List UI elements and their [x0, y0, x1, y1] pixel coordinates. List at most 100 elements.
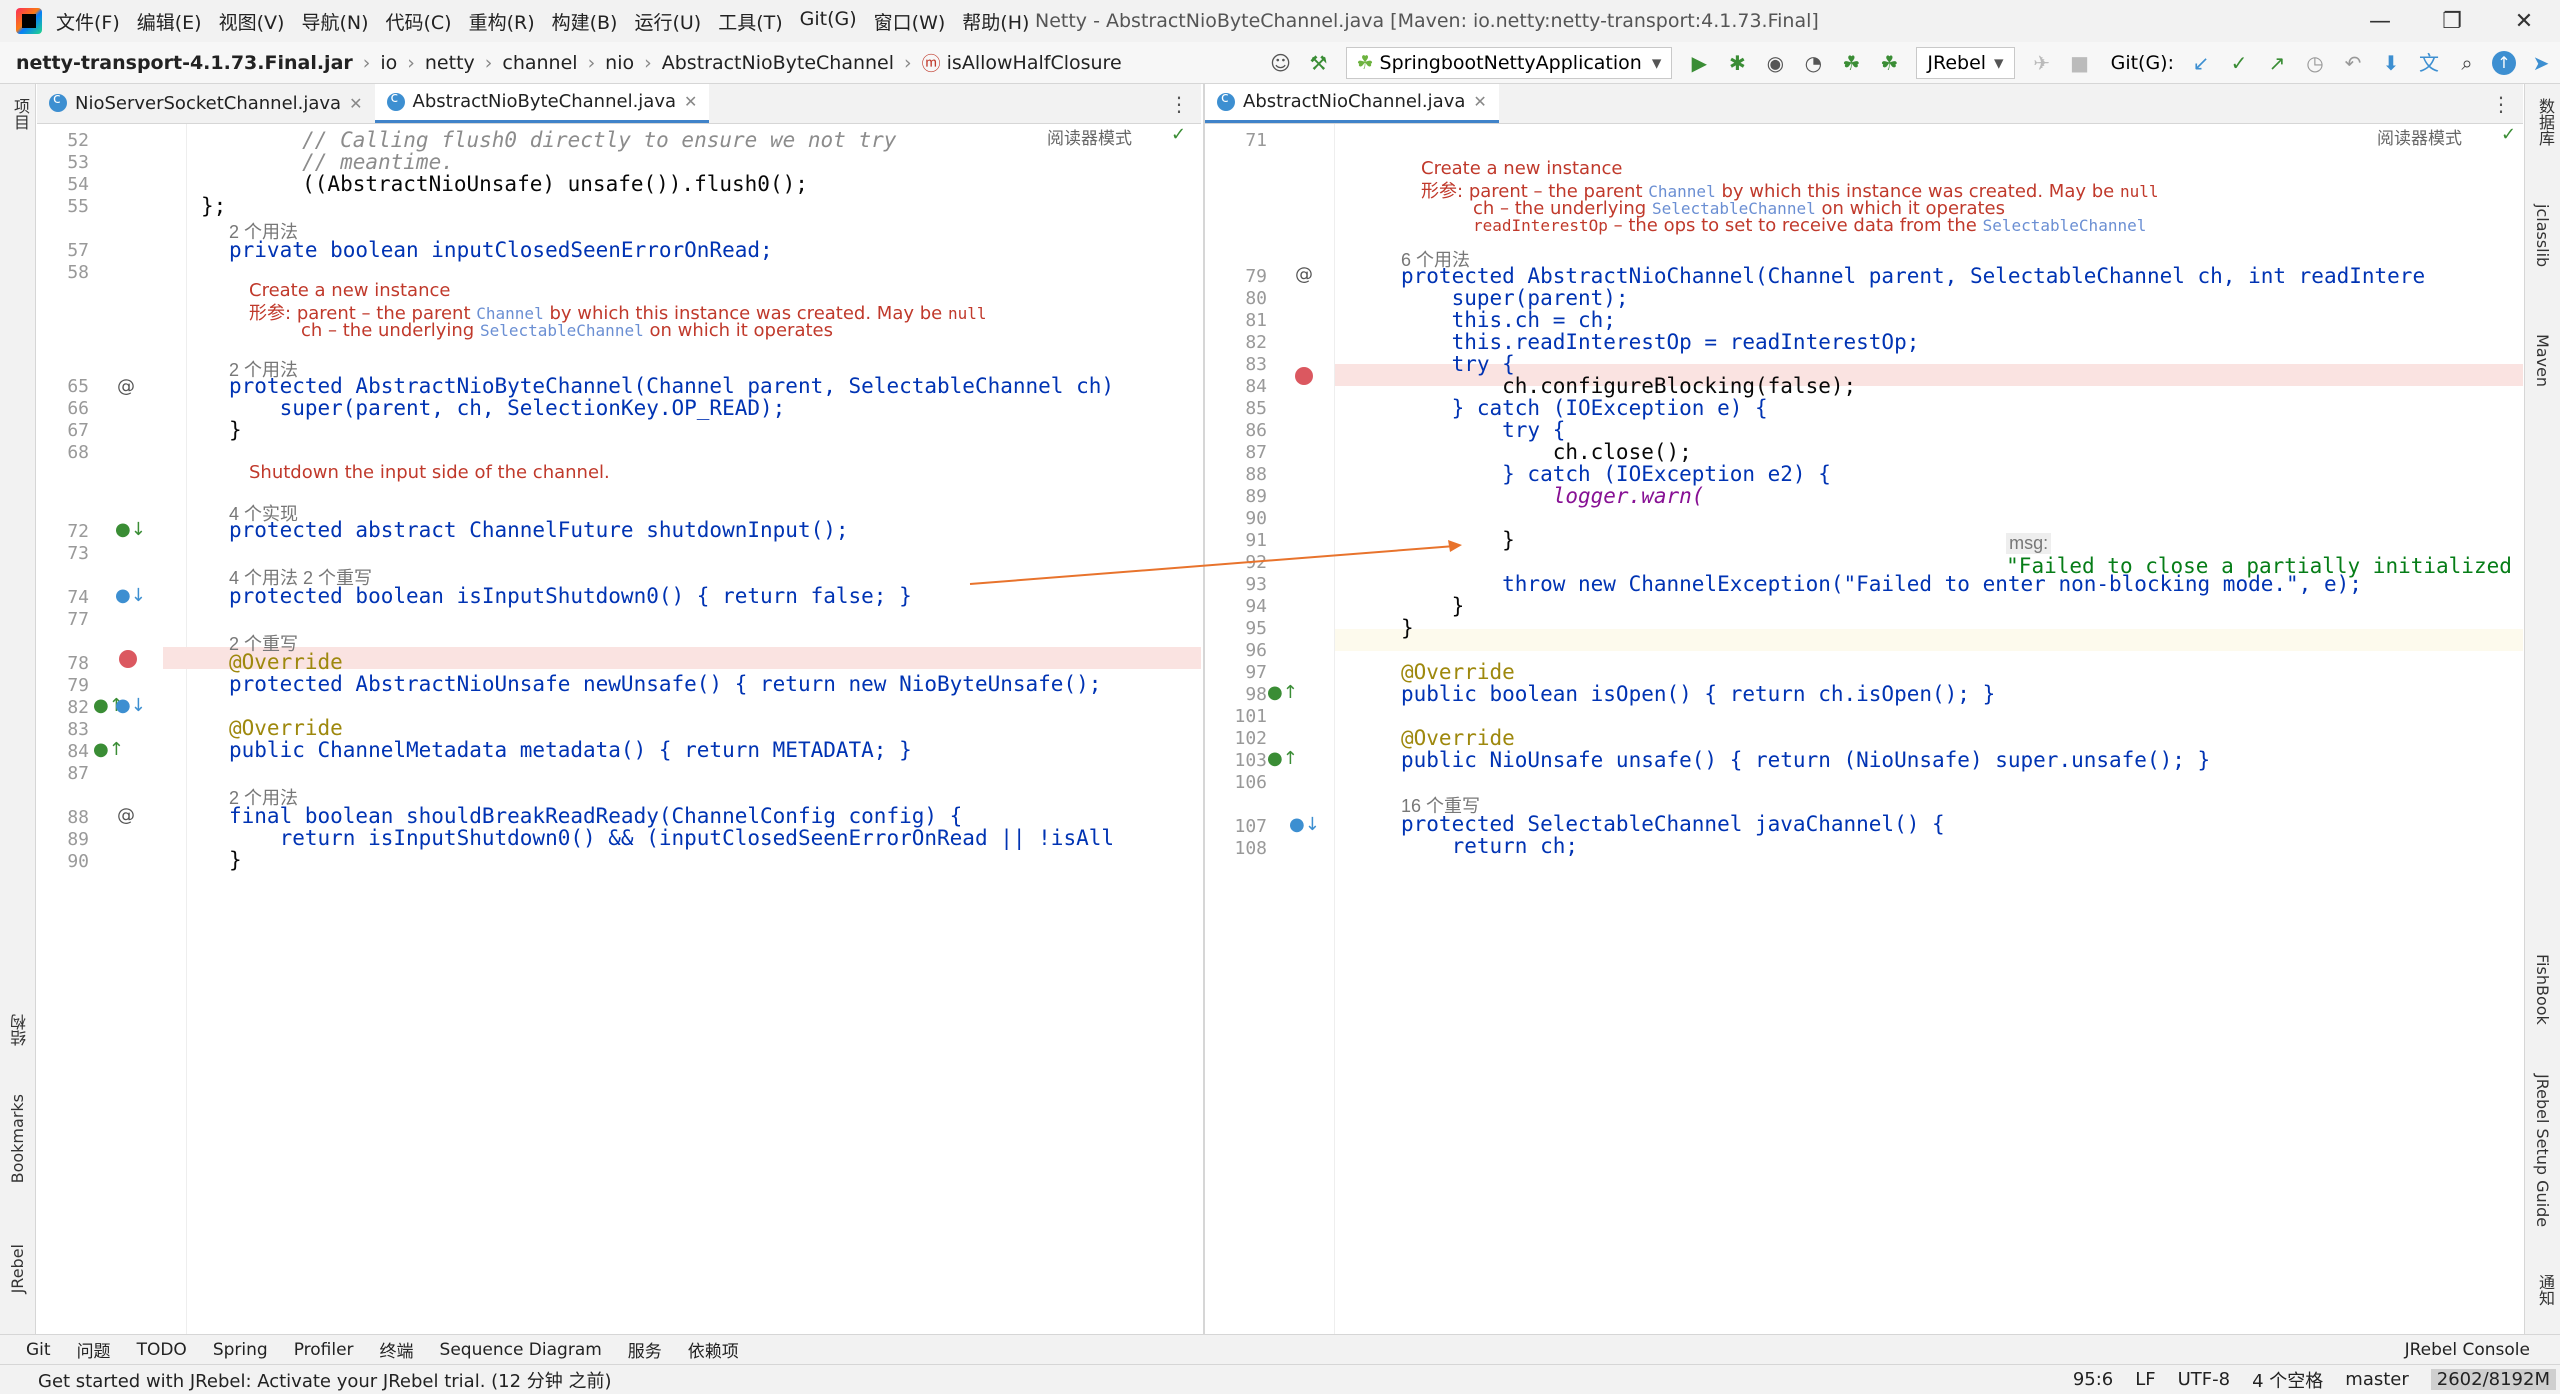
- vcs-icon[interactable]: ⬇: [2378, 50, 2404, 76]
- tool-dependencies[interactable]: 依赖项: [688, 1337, 739, 1362]
- jrebel-debug-icon[interactable]: ☘: [1876, 50, 1902, 76]
- menu-build[interactable]: 构建(B): [552, 8, 618, 35]
- close-tab-icon[interactable]: ✕: [349, 94, 362, 113]
- jclasslib-tool-button[interactable]: jclasslib: [2533, 204, 2552, 267]
- close-tab-icon[interactable]: ✕: [684, 92, 697, 111]
- menu-window[interactable]: 窗口(W): [874, 8, 946, 35]
- history-icon[interactable]: ◷: [2302, 50, 2328, 76]
- override-up-icon[interactable]: ●↑: [93, 739, 124, 760]
- tool-sequence-diagram[interactable]: Sequence Diagram: [440, 1340, 602, 1360]
- user-icon[interactable]: ☺: [1268, 50, 1294, 76]
- tab-abstractniochannel[interactable]: AbstractNioChannel.java ✕: [1205, 84, 1499, 123]
- menu-git[interactable]: Git(G): [800, 8, 857, 35]
- debug-icon[interactable]: ✱: [1724, 50, 1750, 76]
- structure-tool-button[interactable]: 结构: [8, 1014, 32, 1046]
- tab-abstractniobytechannel[interactable]: AbstractNioByteChannel.java ✕: [374, 84, 710, 123]
- notifications-tool-button[interactable]: 通知: [2533, 1274, 2557, 1306]
- profile-icon[interactable]: ◔: [1800, 50, 1826, 76]
- reader-mode-toggle[interactable]: 阅读器模式: [1047, 124, 1132, 149]
- search-icon[interactable]: ⌕: [2454, 50, 2480, 76]
- tool-git[interactable]: Git: [26, 1340, 51, 1360]
- maven-tool-button[interactable]: Maven: [2533, 334, 2552, 387]
- menu-help[interactable]: 帮助(H): [962, 8, 1029, 35]
- jrebel-sync-icon[interactable]: ✈: [2029, 50, 2055, 76]
- line-separator[interactable]: LF: [2135, 1369, 2155, 1390]
- breadcrumb-method[interactable]: isAllowHalfClosure: [947, 52, 1122, 74]
- stop-icon[interactable]: ■: [2067, 50, 2093, 76]
- caret-position[interactable]: 95:6: [2073, 1369, 2113, 1390]
- right-code-area[interactable]: 阅读器模式 ✓ 71 79 80 81 82 83 84 85 86 87 88…: [1205, 124, 2523, 1334]
- menu-code[interactable]: 代码(C): [385, 8, 451, 35]
- breadcrumb-nio[interactable]: nio: [605, 52, 634, 74]
- line-number: 54: [67, 174, 89, 195]
- git-branch[interactable]: master: [2345, 1369, 2408, 1390]
- menu-view[interactable]: 视图(V): [219, 8, 285, 35]
- build-hammer-icon[interactable]: ⚒: [1306, 50, 1332, 76]
- more-options-icon[interactable]: ⋮: [2491, 92, 2511, 116]
- bookmarks-tool-button[interactable]: Bookmarks: [8, 1094, 27, 1183]
- class-icon: [386, 90, 405, 111]
- status-message[interactable]: Get started with JRebel: Activate your J…: [38, 1367, 612, 1393]
- implemented-icon[interactable]: ●↓: [115, 519, 146, 540]
- database-tool-button[interactable]: 数据库: [2533, 98, 2557, 146]
- jrebel-select[interactable]: JRebel ▾: [1916, 47, 2015, 79]
- breadcrumb-channel[interactable]: channel: [502, 52, 577, 74]
- more-options-icon[interactable]: ⋮: [1169, 92, 1189, 116]
- indent-setting[interactable]: 4 个空格: [2252, 1367, 2323, 1393]
- jrebel-tool-button[interactable]: JRebel: [8, 1244, 27, 1293]
- rollback-icon[interactable]: ↶: [2340, 50, 2366, 76]
- tool-terminal[interactable]: 终端: [380, 1337, 414, 1362]
- left-code-area[interactable]: 阅读器模式 ✓ 52 53 54 55 57 58 65 66 67 68 72…: [37, 124, 1201, 1334]
- breadcrumb-netty[interactable]: netty: [425, 52, 475, 74]
- code-line: }: [1401, 594, 1465, 618]
- breakpoint-icon[interactable]: [119, 650, 137, 668]
- run-icon[interactable]: ▶: [1686, 50, 1712, 76]
- run-configuration-select[interactable]: ☘ SpringbootNettyApplication ▾: [1345, 47, 1673, 79]
- plugin-icon[interactable]: ➤: [2528, 50, 2554, 76]
- overridden-icon[interactable]: ●↓: [115, 695, 146, 716]
- coverage-icon[interactable]: ◉: [1762, 50, 1788, 76]
- update-icon[interactable]: ↑: [2492, 51, 2516, 75]
- git-update-icon[interactable]: ↙: [2188, 50, 2214, 76]
- menu-refactor[interactable]: 重构(R): [469, 8, 535, 35]
- close-tab-icon[interactable]: ✕: [1473, 92, 1486, 111]
- menu-run[interactable]: 运行(U): [634, 8, 701, 35]
- overridden-icon[interactable]: ●↓: [115, 585, 146, 606]
- breadcrumb-io[interactable]: io: [380, 52, 397, 74]
- doc-code[interactable]: SelectableChannel: [1983, 216, 2147, 235]
- jrebel-setup-guide-button[interactable]: JRebel Setup Guide: [2533, 1074, 2552, 1227]
- tool-jrebel-console[interactable]: JRebel Console: [2405, 1340, 2530, 1360]
- tool-spring[interactable]: Spring: [213, 1340, 268, 1360]
- tool-todo[interactable]: TODO: [137, 1340, 187, 1360]
- menu-navigate[interactable]: 导航(N): [301, 8, 368, 35]
- minimize-icon[interactable]: —: [2344, 9, 2416, 34]
- memory-indicator[interactable]: 2602/8192M: [2430, 1369, 2556, 1390]
- translate-icon[interactable]: 文: [2416, 50, 2442, 76]
- line-number: 84: [67, 741, 89, 762]
- tool-problems[interactable]: 问题: [77, 1337, 111, 1362]
- line-number: 52: [67, 130, 89, 151]
- project-tool-button[interactable]: 项目: [8, 98, 32, 130]
- breadcrumb-class[interactable]: AbstractNioByteChannel: [662, 52, 894, 74]
- close-icon[interactable]: ✕: [2488, 9, 2560, 34]
- tool-services[interactable]: 服务: [628, 1337, 662, 1362]
- breakpoint-icon[interactable]: [1295, 367, 1313, 385]
- tab-nioserversocketchannel[interactable]: NioServerSocketChannel.java ✕: [37, 84, 375, 123]
- menu-file[interactable]: 文件(F): [56, 8, 120, 35]
- file-encoding[interactable]: UTF-8: [2178, 1369, 2230, 1390]
- doc-code[interactable]: SelectableChannel: [480, 321, 644, 340]
- fishbook-tool-button[interactable]: FishBook: [2533, 954, 2552, 1025]
- jrebel-run-icon[interactable]: ☘: [1838, 50, 1864, 76]
- overridden-icon[interactable]: ●↓: [1289, 814, 1320, 835]
- menu-tools[interactable]: 工具(T): [718, 8, 782, 35]
- override-up-icon[interactable]: ●↑: [1267, 682, 1298, 703]
- javadoc-rendered: Shutdown the input side of the channel.: [249, 464, 610, 482]
- tool-profiler[interactable]: Profiler: [294, 1340, 354, 1360]
- git-push-icon[interactable]: ↗: [2264, 50, 2290, 76]
- override-up-icon[interactable]: ●↑: [1267, 748, 1298, 769]
- git-commit-icon[interactable]: ✓: [2226, 50, 2252, 76]
- reader-mode-toggle[interactable]: 阅读器模式: [2377, 124, 2462, 149]
- menu-edit[interactable]: 编辑(E): [137, 8, 202, 35]
- maximize-icon[interactable]: ❐: [2416, 9, 2488, 34]
- breadcrumb-jar[interactable]: netty-transport-4.1.73.Final.jar: [16, 52, 353, 74]
